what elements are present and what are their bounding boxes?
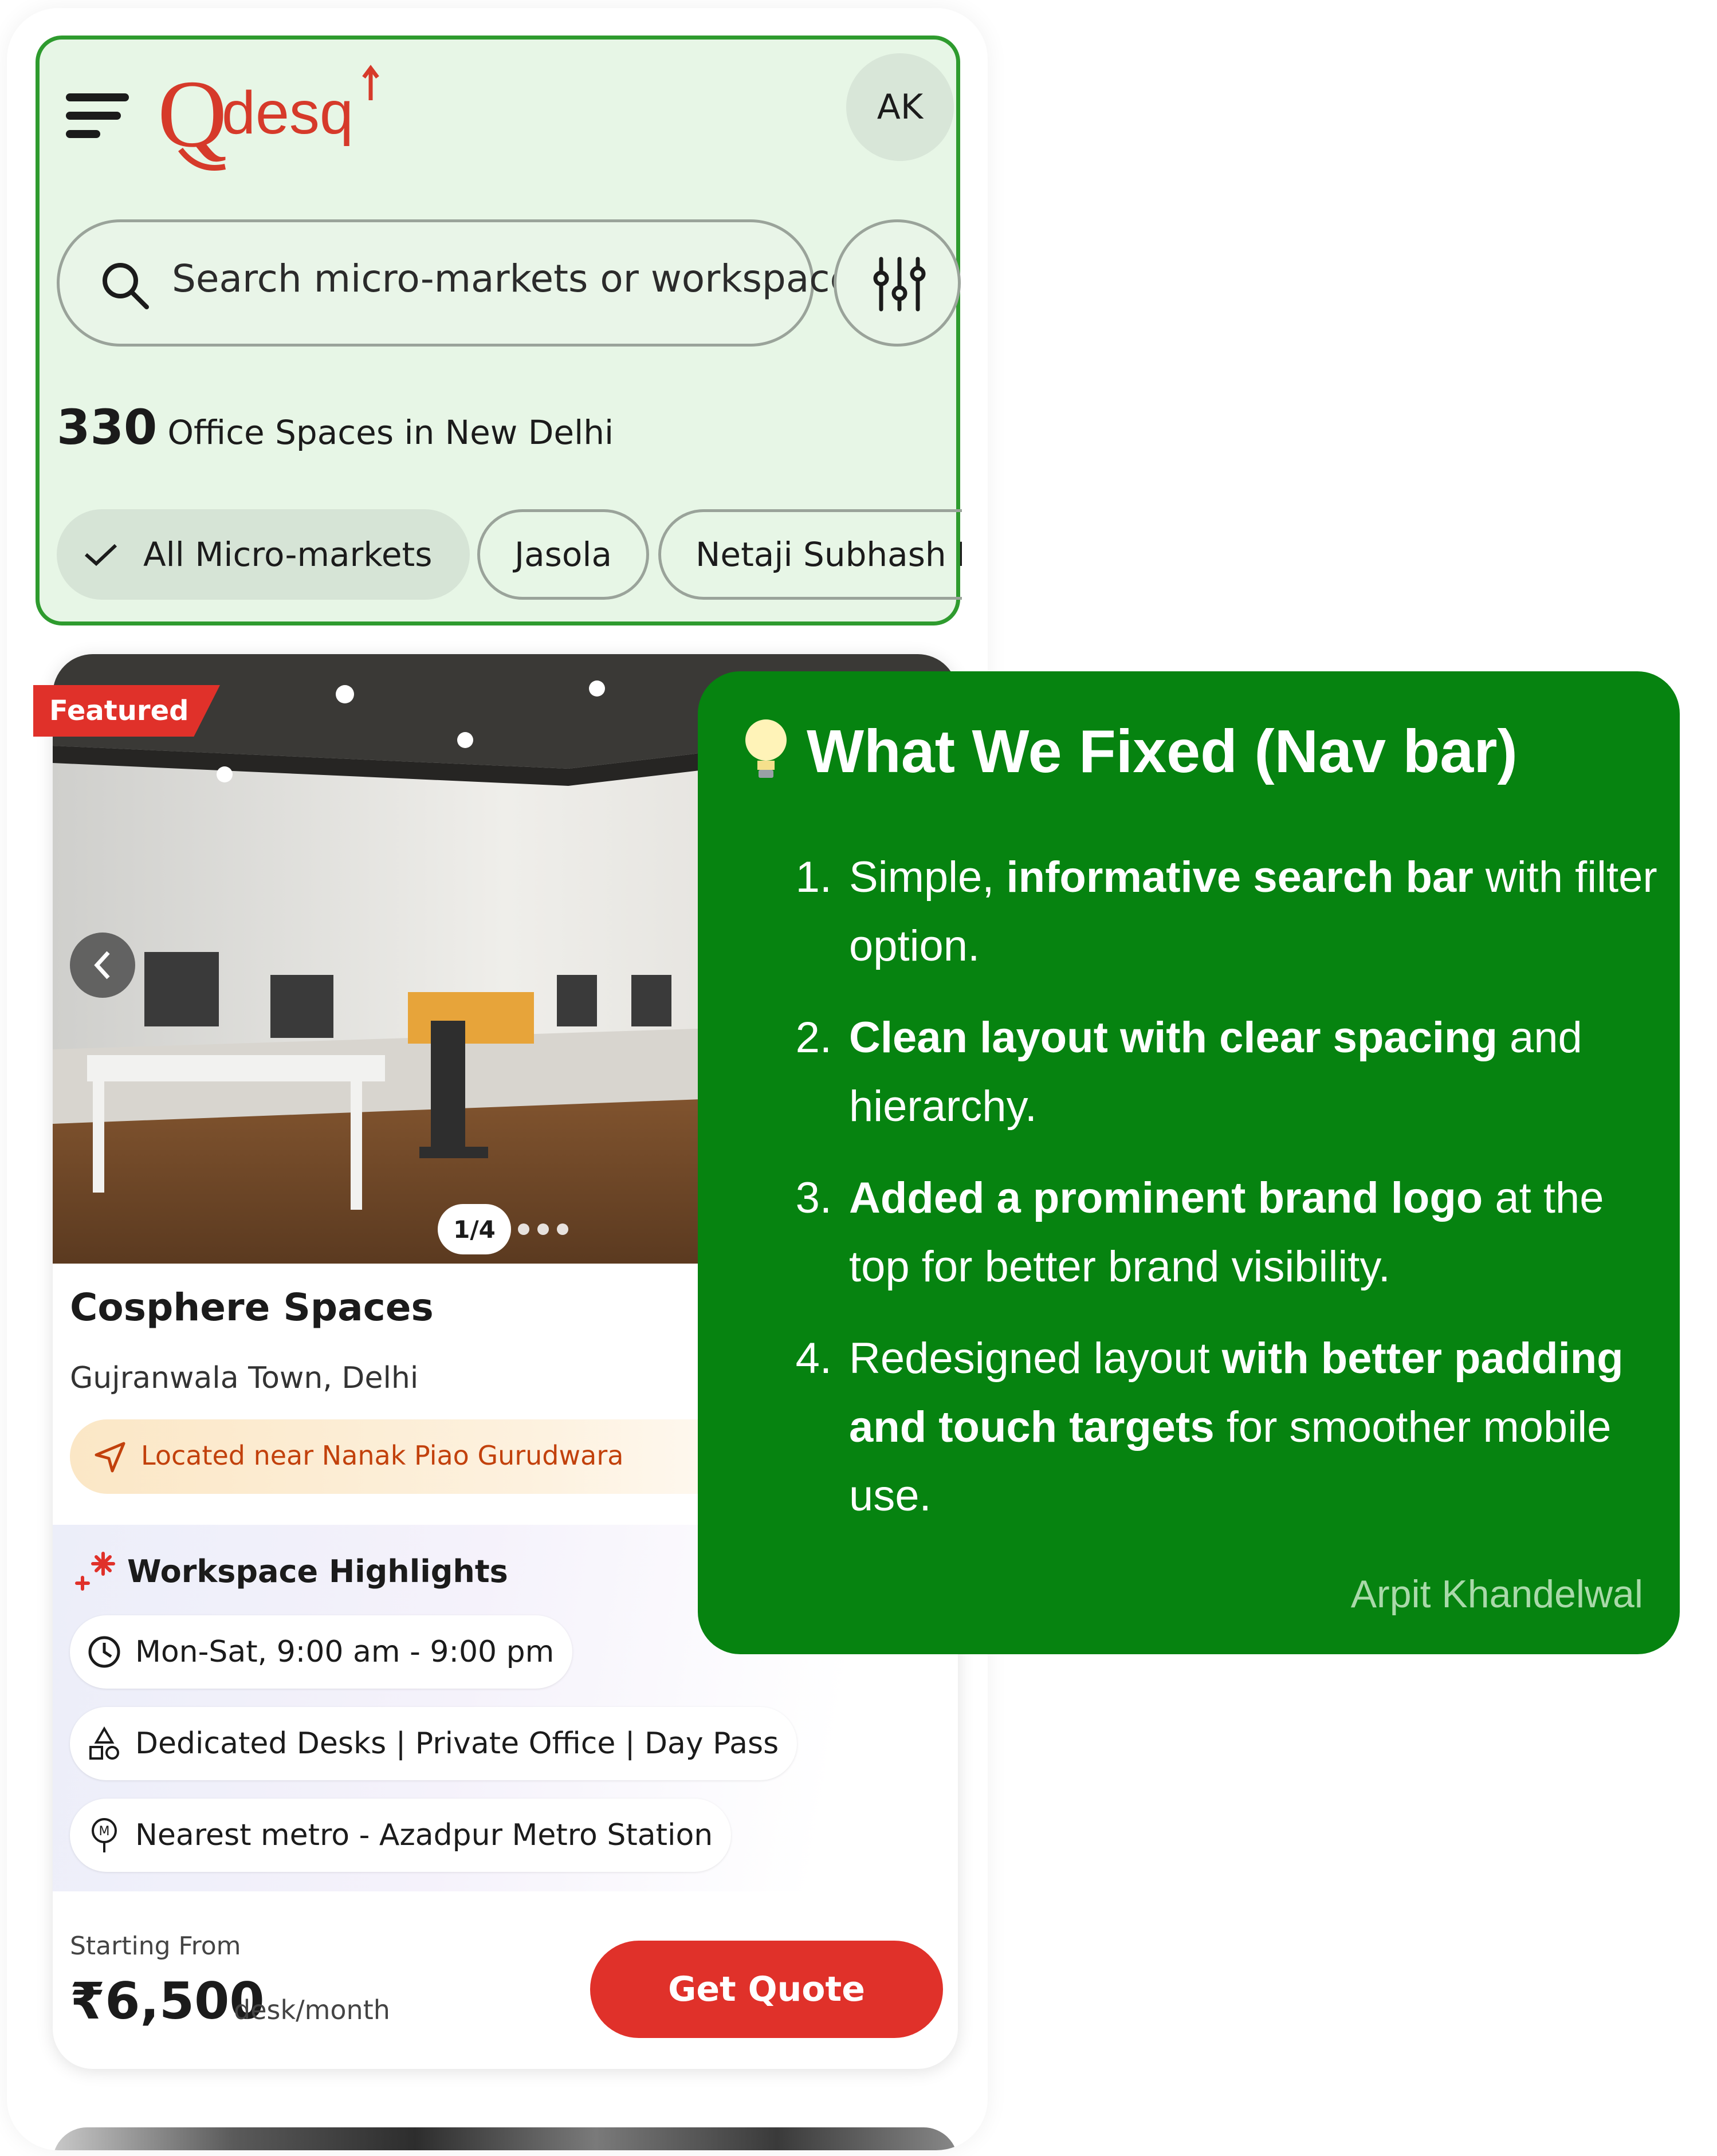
previous-image-button[interactable] [70,933,135,998]
fix-item: 3. Added a prominent brand logo at the to… [795,1174,1604,1291]
author-credit: Arpit Khandelwal [1350,1572,1643,1616]
results-label: Office Spaces in New Delhi [167,413,614,452]
annotation-panel: What We Fixed (Nav bar) 1. Simple, inform… [698,671,1680,1654]
check-icon [85,544,117,566]
sparkle-icon [75,1552,115,1591]
clock-icon [88,1636,120,1668]
filter-button[interactable] [834,219,961,347]
svg-text:desq: desq [222,79,353,147]
nearby-landmark-text: Located near Nanak Piao Gurudwara [141,1440,624,1471]
starting-from-label: Starting From [70,1931,241,1961]
listing-title[interactable]: Cosphere Spaces [70,1285,434,1329]
svg-text:Q: Q [158,61,227,167]
lightbulb-icon [745,719,787,778]
featured-badge: Featured [33,685,220,737]
chip-jasola[interactable]: Jasola [477,509,650,600]
highlight-text: Mon-Sat, 9:00 am - 9:00 pm [135,1635,555,1669]
search-icon [103,263,149,309]
user-avatar[interactable]: AK [846,53,954,161]
chevron-left-icon [94,951,110,979]
highlight-text: Dedicated Desks | Private Office | Day P… [135,1726,779,1761]
listing-location: Gujranwala Town, Delhi [70,1361,419,1395]
carousel-dots [518,1223,568,1235]
chip-label: Jasola [514,535,612,574]
svg-text:M: M [99,1824,110,1839]
filter-sliders-icon [873,257,926,312]
chip-label: Netaji Subhash Place [696,535,962,574]
price-unit: desk/month [234,1994,390,2025]
chip-all-micro-markets[interactable]: All Micro-markets [57,509,470,600]
chip-netaji-subhash-place[interactable]: Netaji Subhash Place [658,509,962,600]
menu-icon[interactable] [66,85,132,138]
navigation-arrow-icon [95,1442,125,1473]
shapes-icon [89,1726,119,1760]
highlights-title: Workspace Highlights [127,1553,508,1590]
fix-item: 1. Simple, informative search bar with fi… [795,853,1657,970]
nav-header: Q desq AK Search micro-markets or worksp… [36,36,962,625]
results-count: 330 Office Spaces in New Delhi [57,399,614,455]
highlight-hours: Mon-Sat, 9:00 am - 9:00 pm [70,1615,573,1689]
search-placeholder: Search micro-markets or workspace [172,257,854,301]
chip-label: All Micro-markets [143,535,433,574]
results-number: 330 [57,399,158,455]
fix-list: 1. Simple, informative search bar with fi… [741,843,1658,1553]
next-listing-card-peek[interactable] [53,2127,958,2150]
panel-title: What We Fixed (Nav bar) [807,718,1518,785]
highlight-text: Nearest metro - Azadpur Metro Station [135,1818,713,1852]
brand-logo[interactable]: Q desq [158,60,398,192]
fix-item: 2. Clean layout with clear spacing and hi… [795,1013,1582,1131]
get-quote-button[interactable]: Get Quote [590,1941,943,2038]
micro-market-chips: All Micro-markets Jasola Netaji Subhash … [57,509,962,603]
metro-icon: M [92,1818,117,1852]
fix-item: 4. Redesigned layout with better padding … [795,1334,1624,1520]
image-pager: 1/4 [438,1204,511,1254]
highlight-offerings: Dedicated Desks | Private Office | Day P… [70,1707,797,1780]
highlight-metro: M Nearest metro - Azadpur Metro Station [70,1799,732,1872]
search-input[interactable]: Search micro-markets or workspace [57,219,853,347]
